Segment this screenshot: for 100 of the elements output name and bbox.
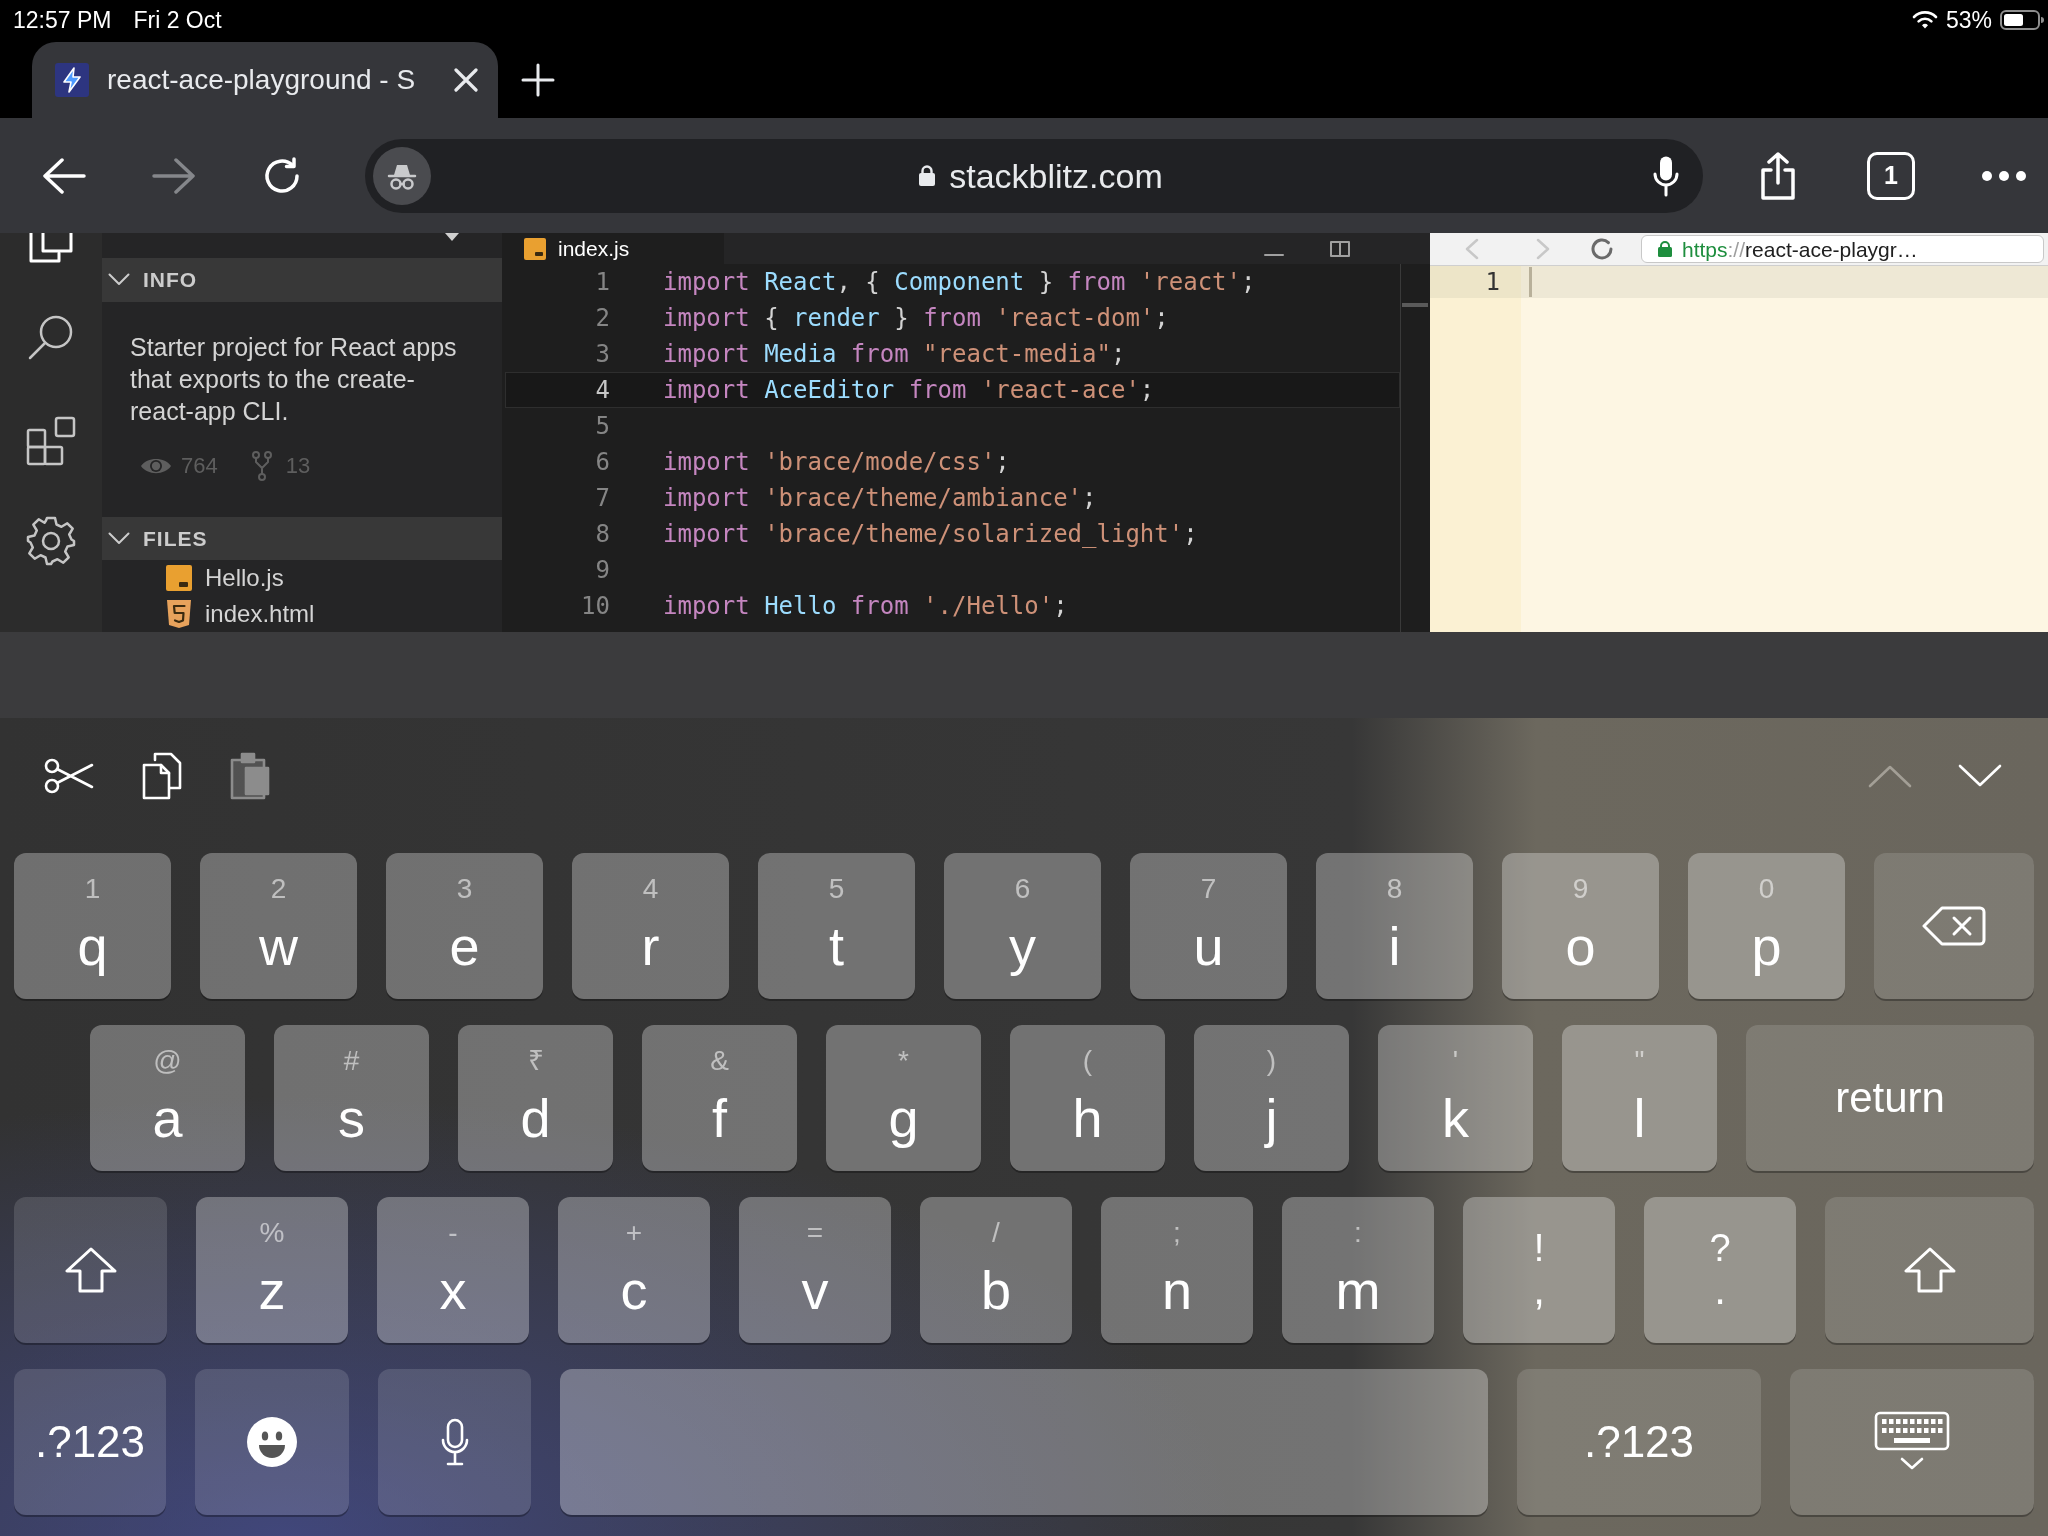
code-line: import Media from "react-media"; (663, 342, 1126, 366)
js-file-icon (524, 237, 546, 260)
code-line: import 'brace/theme/ambiance'; (663, 486, 1097, 510)
line-number: 5 (594, 414, 610, 438)
line-number: 7 (594, 486, 610, 510)
letter-key[interactable]: + c (558, 1197, 710, 1343)
punctuation-key[interactable]: ? . (1644, 1197, 1796, 1343)
code-line: import { render } from 'react-dom'; (663, 306, 1169, 330)
code-line: import 'brace/mode/css'; (663, 450, 1010, 474)
wifi-icon (1911, 10, 1938, 30)
line-number: 10 (580, 594, 610, 618)
html-file-icon (166, 599, 192, 630)
punctuation-key[interactable]: ! , (1463, 1197, 1615, 1343)
files-icon[interactable] (29, 233, 73, 263)
code-line: import 'brace/theme/solarized_light'; (663, 522, 1198, 546)
line-number: 1 (1485, 270, 1500, 294)
letter-key[interactable]: 8 i (1316, 853, 1473, 999)
return-key[interactable]: return (1746, 1025, 2034, 1171)
clipboard-icon (230, 752, 270, 800)
file-item[interactable]: index.html (102, 596, 502, 632)
lock-icon (1658, 241, 1672, 257)
letter-key[interactable]: * g (826, 1025, 981, 1171)
symbols-key[interactable]: .?123 (1517, 1369, 1761, 1515)
line-number: 9 (594, 558, 610, 582)
battery-percentage: 53% (1945, 8, 1992, 32)
status-time: 12:57 PM (13, 8, 112, 32)
letter-key[interactable]: - x (377, 1197, 529, 1343)
view-count: 764 (181, 452, 218, 481)
emoji-key[interactable] (195, 1369, 349, 1515)
letter-key[interactable]: ' k (1378, 1025, 1533, 1171)
plus-icon (521, 63, 555, 97)
forward-arrow-icon (151, 157, 195, 194)
letter-key[interactable]: # s (274, 1025, 429, 1171)
code-line: import AceEditor from 'react-ace'; (663, 378, 1155, 402)
letter-key[interactable]: 0 p (1688, 853, 1845, 999)
line-number: 2 (594, 306, 610, 330)
code-line: import Hello from './Hello'; (663, 594, 1068, 618)
settings-icon[interactable] (26, 516, 76, 566)
letter-key[interactable]: " l (1562, 1025, 1717, 1171)
symbols-key[interactable]: .?123 (14, 1369, 166, 1515)
split-view-icon[interactable] (1330, 240, 1350, 257)
letter-key[interactable]: 5 t (758, 853, 915, 999)
backspace-icon (1922, 906, 1986, 946)
letter-key[interactable]: ( h (1010, 1025, 1165, 1171)
copy-icon (142, 752, 182, 800)
preview-url: https://react-ace-playgr… (1682, 238, 1918, 260)
letter-key[interactable]: 2 w (200, 853, 357, 999)
letter-key[interactable]: % z (196, 1197, 348, 1343)
down-button[interactable] (1958, 764, 2002, 788)
favicon-icon (55, 63, 89, 97)
status-date: Fri 2 Oct (133, 8, 222, 32)
letter-key[interactable]: & f (642, 1025, 797, 1171)
reload-icon[interactable] (1590, 237, 1614, 261)
letter-key[interactable]: ) j (1194, 1025, 1349, 1171)
new-tab-button[interactable] (520, 62, 556, 98)
letter-key[interactable]: : m (1282, 1197, 1434, 1343)
letter-key[interactable]: 1 q (14, 853, 171, 999)
shift-arrow-icon (1903, 1247, 1956, 1293)
file-item[interactable]: Hello.js (102, 560, 502, 597)
incognito-icon (373, 146, 431, 205)
fork-count: 13 (285, 452, 311, 481)
hide-keyboard-key[interactable] (1790, 1369, 2034, 1515)
share-icon (1759, 151, 1797, 200)
shift-key[interactable] (14, 1197, 167, 1343)
back-arrow-icon (42, 157, 86, 194)
letter-key[interactable]: ; n (1101, 1197, 1253, 1343)
extensions-icon[interactable] (26, 416, 76, 466)
shift-arrow-icon (64, 1247, 117, 1293)
letter-key[interactable]: 9 o (1502, 853, 1659, 999)
cut-button[interactable] (44, 758, 94, 794)
address-bar[interactable]: stackblitz.com (365, 138, 1703, 213)
reload-icon (263, 156, 301, 195)
section-header[interactable]: INFO (102, 257, 502, 302)
line-number: 6 (594, 450, 610, 474)
letter-key[interactable]: 3 e (386, 853, 543, 999)
scissors-icon (44, 758, 94, 794)
editor-tab[interactable]: index.js (502, 233, 724, 264)
section-header[interactable]: FILES (102, 516, 502, 561)
line-number: 8 (594, 522, 610, 546)
letter-key[interactable]: ₹ d (458, 1025, 613, 1171)
microphone-icon (440, 1418, 469, 1466)
letter-key[interactable]: @ a (90, 1025, 245, 1171)
url-text: stackblitz.com (949, 158, 1163, 193)
copy-button[interactable] (142, 752, 182, 800)
tab-switcher-button[interactable]: 1 (1867, 151, 1915, 200)
letter-key[interactable]: 7 u (1130, 853, 1287, 999)
search-icon[interactable] (27, 313, 75, 361)
letter-key[interactable]: / b (920, 1197, 1072, 1343)
fork-icon (251, 450, 272, 481)
line-number: 4 (594, 378, 610, 402)
js-file-icon (166, 565, 192, 592)
line-number: 3 (594, 342, 610, 366)
browser-tab[interactable]: react-ace-playground - S (32, 42, 498, 118)
project-description: Starter project for React apps that exports to the create-react-app CLI. (130, 331, 458, 427)
letter-key[interactable]: 6 y (944, 853, 1101, 999)
line-number: 1 (594, 270, 610, 294)
letter-key[interactable]: = v (739, 1197, 891, 1343)
voice-search-button[interactable] (1651, 154, 1681, 197)
letter-key[interactable]: 4 r (572, 853, 729, 999)
url-field[interactable]: https://react-ace-playgr… (1641, 235, 2044, 263)
